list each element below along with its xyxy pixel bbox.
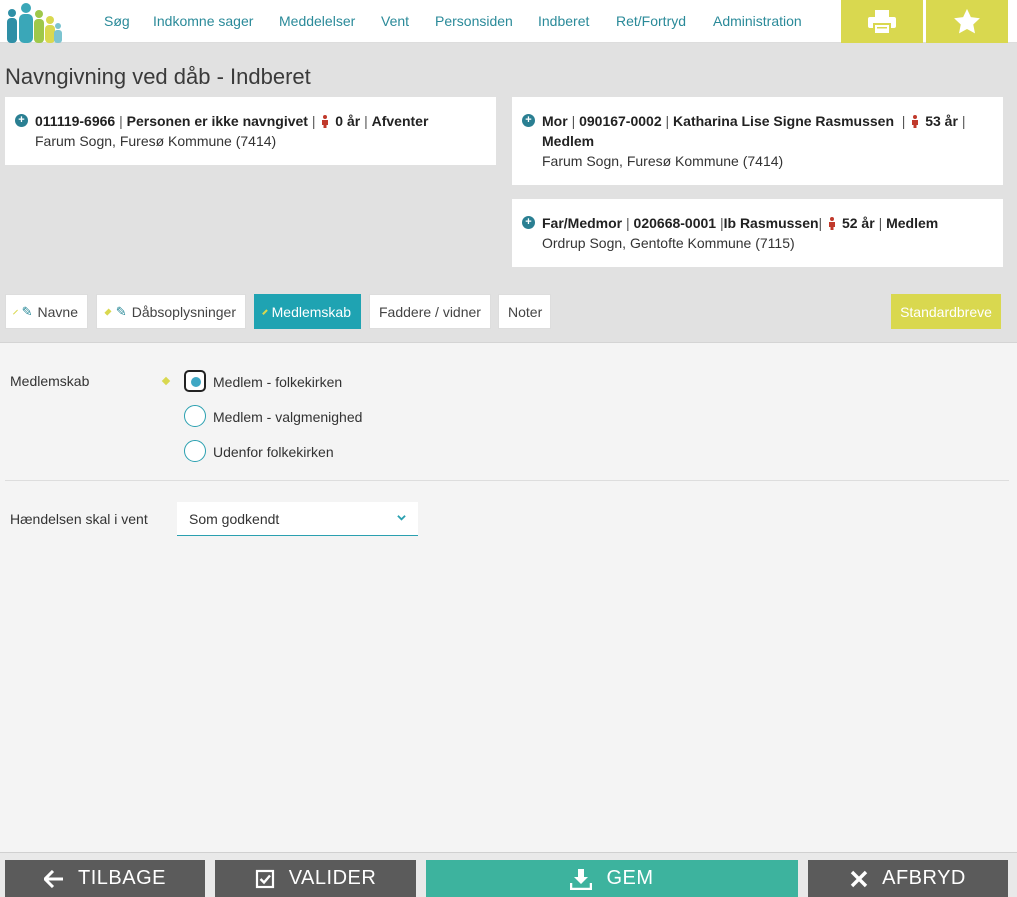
nav-item-soeg[interactable]: Søg xyxy=(104,13,130,29)
tab-label: Medlemskab xyxy=(271,303,351,320)
membership-label: Medlemskab xyxy=(10,373,90,389)
validate-button[interactable]: VALIDER xyxy=(215,860,416,897)
tab-noter[interactable]: Noter xyxy=(498,294,551,329)
cancel-button[interactable]: AFBRYD xyxy=(808,860,1008,897)
radio-label-medlem-valgmenighed[interactable]: Medlem - valgmenighed xyxy=(213,409,362,425)
child-cpr: 011119-6966 xyxy=(35,113,116,129)
mother-cpr: 090167-0002 xyxy=(579,113,662,129)
tab-label: Faddere / vidner xyxy=(379,303,481,320)
nav-item-vent[interactable]: Vent xyxy=(381,13,409,29)
child-person-card: + 011119-6966 | Personen er ikke navngiv… xyxy=(5,97,496,165)
favorite-button[interactable] xyxy=(926,0,1008,43)
tab-label: Noter xyxy=(508,303,543,320)
child-state: Afventer xyxy=(371,113,429,129)
nav-item-indberet[interactable]: Indberet xyxy=(538,13,589,29)
page-title: Navngivning ved dåb - Indberet xyxy=(5,64,311,89)
mother-name: Katharina Lise Signe Rasmussen xyxy=(673,113,895,129)
tab-daabsoplysninger[interactable]: ✎ Dåbsoplysninger xyxy=(96,294,246,329)
tab-label: Dåbsoplysninger xyxy=(131,303,236,320)
father-name: Ib Rasmussen xyxy=(723,215,819,231)
wait-label: Hændelsen skal i vent xyxy=(10,511,148,527)
radio-label-medlem-folkekirken[interactable]: Medlem - folkekirken xyxy=(213,374,342,390)
back-button[interactable]: TILBAGE xyxy=(5,860,205,897)
person-icon xyxy=(912,115,919,128)
father-membership: Medlem xyxy=(886,215,939,231)
nav-item-ret-fortryd[interactable]: Ret/Fortryd xyxy=(616,13,686,29)
tab-label: Navne xyxy=(37,303,78,320)
mother-role: Mor xyxy=(542,113,568,129)
close-icon xyxy=(850,870,868,887)
mother-age: 53 år xyxy=(925,113,958,129)
tab-navne[interactable]: ✎ Navne xyxy=(5,294,88,329)
tab-faddere-vidner[interactable]: Faddere / vidner xyxy=(369,294,491,329)
radio-medlem-valgmenighed[interactable] xyxy=(184,405,206,427)
pencil-icon: ✎ xyxy=(21,303,33,319)
father-person-card: + Far/Medmor | 020668-0001 |Ib Rasmussen… xyxy=(512,199,1003,267)
back-button-label: TILBAGE xyxy=(78,867,166,889)
tab-medlemskab[interactable]: Medlemskab xyxy=(254,294,361,329)
validate-button-label: VALIDER xyxy=(288,867,377,889)
radio-medlem-folkekirken[interactable] xyxy=(184,370,206,392)
mother-membership: Medlem xyxy=(542,133,595,149)
expand-plus-icon[interactable]: + xyxy=(522,216,535,229)
print-icon xyxy=(868,9,896,35)
child-age: 0 år xyxy=(335,113,361,129)
person-icon xyxy=(829,217,836,230)
mother-parish: Farum Sogn, Furesø Kommune (7414) xyxy=(542,153,784,169)
standard-letters-button[interactable]: Standardbreve xyxy=(891,294,1001,329)
save-button[interactable]: GEM xyxy=(426,860,798,897)
father-parish: Ordrup Sogn, Gentofte Kommune (7115) xyxy=(542,235,795,251)
chevron-down-icon xyxy=(397,515,406,521)
expand-plus-icon[interactable]: + xyxy=(522,114,535,127)
cancel-button-label: AFBRYD xyxy=(882,867,966,889)
star-icon xyxy=(954,8,980,33)
father-age: 52 år xyxy=(841,215,875,231)
required-diamond-icon xyxy=(104,308,112,315)
download-icon xyxy=(570,868,593,890)
top-navigation: Søg Indkomne sager Meddelelser Vent Pers… xyxy=(0,0,1017,43)
mother-person-card: + Mor | 090167-0002 | Katharina Lise Sig… xyxy=(512,97,1003,185)
pencil-icon: ✎ xyxy=(115,303,127,319)
father-role: Far/Medmor xyxy=(542,215,623,231)
app-logo[interactable] xyxy=(4,1,62,43)
nav-item-indkomne-sager[interactable]: Indkomne sager xyxy=(153,13,253,29)
print-button[interactable] xyxy=(841,0,923,43)
nav-item-personsiden[interactable]: Personsiden xyxy=(435,13,513,29)
required-diamond-icon xyxy=(262,308,268,315)
radio-udenfor-folkekirken[interactable] xyxy=(184,440,206,462)
child-status: Personen er ikke navngivet xyxy=(126,113,308,129)
radio-label-udenfor-folkekirken[interactable]: Udenfor folkekirken xyxy=(213,444,334,460)
nav-item-administration[interactable]: Administration xyxy=(713,13,802,29)
nav-item-meddelelser[interactable]: Meddelelser xyxy=(279,13,355,29)
checkbox-check-icon xyxy=(255,869,274,888)
arrow-left-icon xyxy=(44,869,63,888)
expand-plus-icon[interactable]: + xyxy=(15,114,28,127)
section-divider xyxy=(5,480,1009,481)
person-icon xyxy=(322,115,329,128)
required-diamond-icon xyxy=(161,376,171,386)
father-cpr: 020668-0001 xyxy=(633,215,717,231)
child-parish: Farum Sogn, Furesø Kommune (7414) xyxy=(35,133,277,149)
wait-select[interactable]: Som godkendt xyxy=(177,502,418,536)
required-diamond-icon xyxy=(12,309,18,314)
save-button-label: GEM xyxy=(606,867,654,889)
wait-select-value: Som godkendt xyxy=(189,510,280,527)
